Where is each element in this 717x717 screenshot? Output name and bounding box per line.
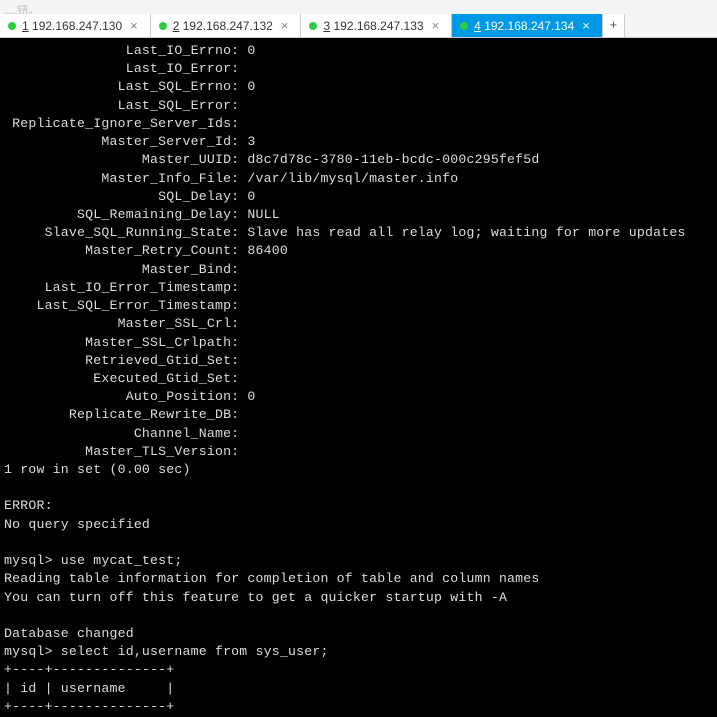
tab-label: 192.168.247.130 [32, 19, 122, 33]
top-hint-text: ……钮。 [0, 0, 717, 14]
status-dot-icon [159, 22, 167, 30]
tab-accelerator: 1 [22, 19, 29, 33]
status-dot-icon [8, 22, 16, 30]
close-icon[interactable]: × [580, 18, 592, 33]
tab-label: 192.168.247.133 [333, 19, 423, 33]
close-icon[interactable]: × [430, 18, 442, 33]
tab-label: 192.168.247.132 [183, 19, 273, 33]
tab-2[interactable]: 2 192.168.247.132 × [151, 14, 302, 37]
add-tab-button[interactable]: + [603, 14, 625, 37]
tab-1[interactable]: 1 192.168.247.130 × [0, 14, 151, 37]
close-icon[interactable]: × [279, 18, 291, 33]
tab-label: 192.168.247.134 [484, 19, 574, 33]
tab-4[interactable]: 4 192.168.247.134 × [452, 14, 603, 37]
tab-bar: 1 192.168.247.130 × 2 192.168.247.132 × … [0, 14, 717, 38]
tab-accelerator: 3 [323, 19, 330, 33]
status-dot-icon [309, 22, 317, 30]
terminal-output[interactable]: Last_IO_Errno: 0 Last_IO_Error: Last_SQL… [0, 38, 717, 717]
close-icon[interactable]: × [128, 18, 140, 33]
status-dot-icon [460, 22, 468, 30]
tab-accelerator: 2 [173, 19, 180, 33]
tab-3[interactable]: 3 192.168.247.133 × [301, 14, 452, 37]
tab-accelerator: 4 [474, 19, 481, 33]
